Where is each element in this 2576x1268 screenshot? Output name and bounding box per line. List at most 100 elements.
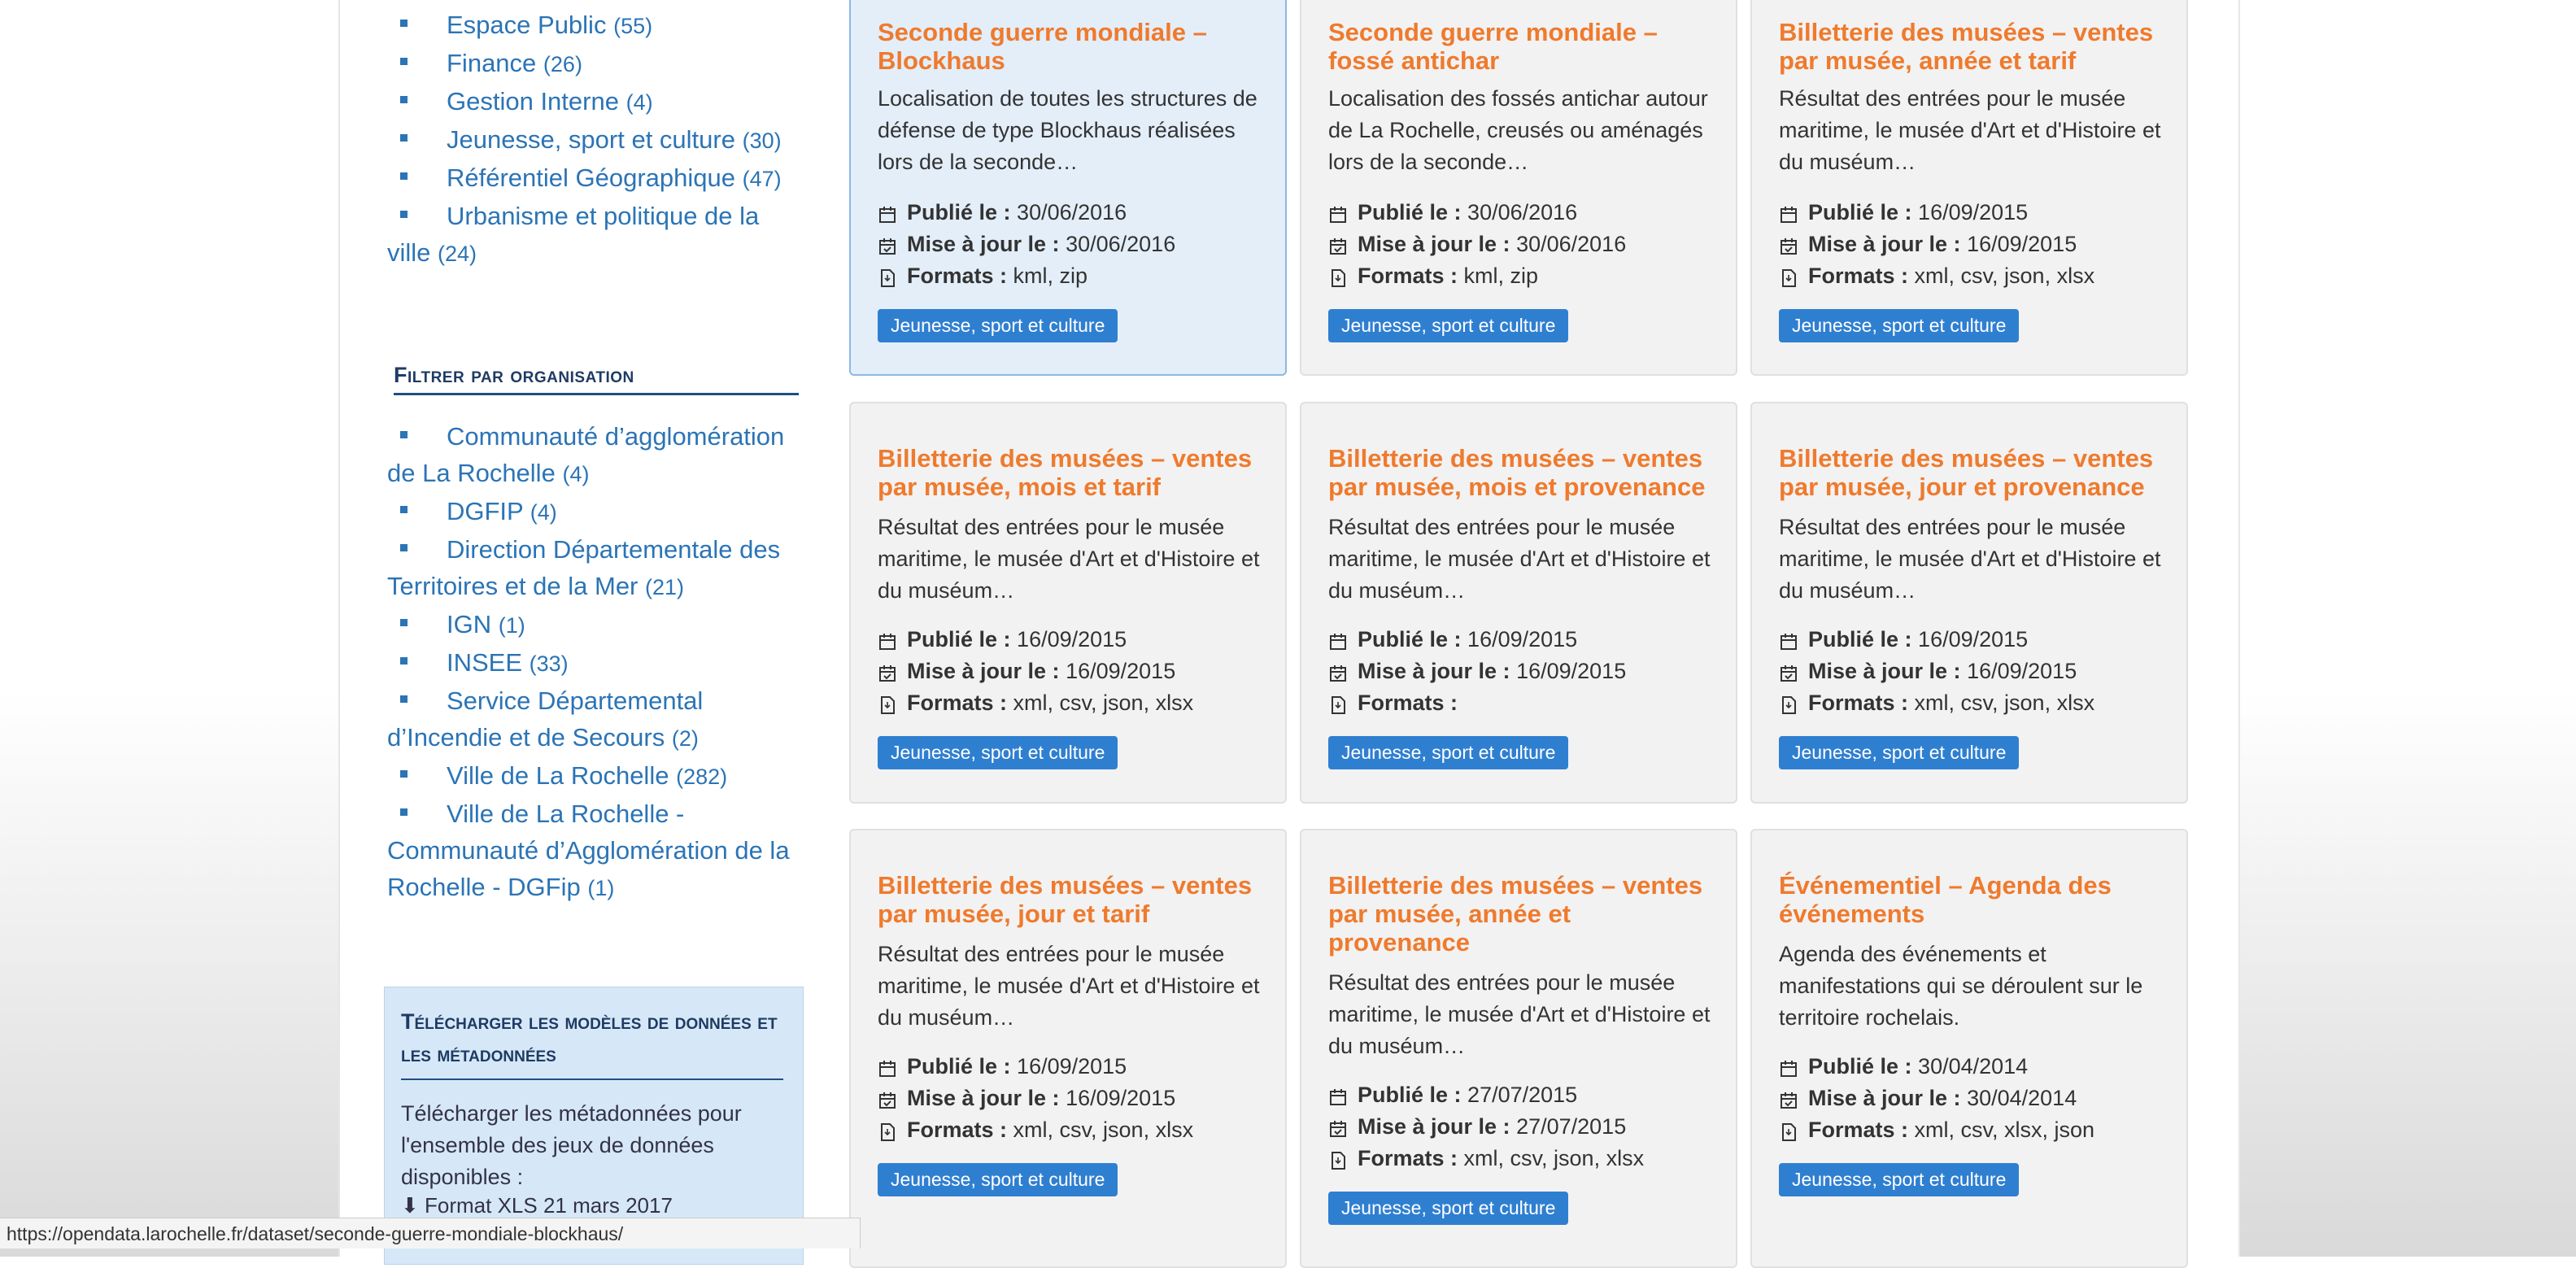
dataset-card[interactable]: Billetterie des musées – ventes par musé…	[1300, 402, 1737, 804]
dataset-card[interactable]: Événementiel – Agenda des événements Age…	[1750, 829, 2188, 1268]
organisation-filter-list: Communauté d’agglomération de La Rochell…	[387, 418, 802, 907]
calendar-check-icon	[1328, 233, 1348, 255]
theme-tag[interactable]: Jeunesse, sport et culture	[878, 1163, 1118, 1196]
theme-tag[interactable]: Jeunesse, sport et culture	[1779, 309, 2020, 342]
bullet-icon	[400, 695, 408, 704]
download-metadata-text: Télécharger les métadonnées pour l'ensem…	[401, 1101, 742, 1189]
theme-filter-item[interactable]: Urbanisme et politique de la ville (24)	[387, 198, 802, 272]
bullet-icon	[400, 506, 408, 514]
calendar-icon	[878, 629, 897, 650]
published-row: Publié le : 16/09/2015	[1779, 197, 2177, 229]
theme-filter-item[interactable]: Espace Public (55)	[387, 7, 802, 45]
calendar-check-icon	[878, 1087, 897, 1109]
status-bar-url: https://opendata.larochelle.fr/dataset/s…	[0, 1218, 861, 1248]
formats-row: Formats : kml, zip	[878, 260, 1276, 292]
calendar-check-icon	[1779, 1087, 1798, 1109]
dataset-card[interactable]: Seconde guerre mondiale – fossé antichar…	[1300, 0, 1737, 376]
theme-filter-item[interactable]: Gestion Interne (4)	[387, 83, 802, 121]
filter-organisation-heading: Filtrer par organisation	[394, 363, 799, 395]
published-row: Publié le : 30/06/2016	[878, 197, 1276, 229]
organisation-filter-item[interactable]: Ville de La Rochelle (282)	[387, 757, 802, 795]
file-icon	[878, 692, 897, 714]
dataset-title[interactable]: Événementiel – Agenda des événements	[1779, 871, 2169, 928]
calendar-icon	[1328, 202, 1348, 223]
calendar-icon	[1328, 1084, 1348, 1105]
calendar-icon	[878, 202, 897, 223]
dataset-description: Résultat des entrées pour le musée marit…	[1779, 515, 2161, 603]
calendar-icon	[1779, 629, 1798, 650]
dataset-title[interactable]: Seconde guerre mondiale – Blockhaus	[878, 18, 1268, 75]
theme-tag[interactable]: Jeunesse, sport et culture	[1779, 1163, 2020, 1196]
theme-tag[interactable]: Jeunesse, sport et culture	[878, 736, 1118, 769]
dataset-meta: Publié le : 16/09/2015 Mise à jour le : …	[1779, 624, 2177, 719]
organisation-filter-item[interactable]: IGN (1)	[387, 606, 802, 644]
published-row: Publié le : 16/09/2015	[1779, 624, 2177, 656]
updated-row: Mise à jour le : 16/09/2015	[878, 1083, 1276, 1114]
formats-row: Formats : xml, csv, json, xlsx	[1328, 1143, 1727, 1174]
theme-tag[interactable]: Jeunesse, sport et culture	[1328, 1192, 1569, 1225]
dataset-title[interactable]: Billetterie des musées – ventes par musé…	[878, 444, 1268, 501]
calendar-check-icon	[1328, 1116, 1348, 1137]
theme-tag[interactable]: Jeunesse, sport et culture	[878, 309, 1118, 342]
file-icon	[1328, 1148, 1348, 1170]
organisation-filter-item[interactable]: Communauté d’agglomération de La Rochell…	[387, 418, 802, 493]
formats-row: Formats : xml, csv, json, xlsx	[1779, 687, 2177, 719]
dataset-card[interactable]: Billetterie des musées – ventes par musé…	[1750, 402, 2188, 804]
dataset-card[interactable]: Billetterie des musées – ventes par musé…	[1750, 0, 2188, 376]
dataset-title[interactable]: Billetterie des musées – ventes par musé…	[1328, 444, 1719, 501]
bullet-icon	[400, 96, 408, 104]
theme-tag[interactable]: Jeunesse, sport et culture	[1779, 736, 2020, 769]
organisation-filter-item[interactable]: INSEE (33)	[387, 644, 802, 682]
dataset-title[interactable]: Billetterie des musées – ventes par musé…	[1779, 444, 2169, 501]
file-icon	[878, 265, 897, 287]
theme-filter-item[interactable]: Référentiel Géographique (47)	[387, 159, 802, 198]
updated-row: Mise à jour le : 16/09/2015	[1779, 229, 2177, 260]
dataset-title[interactable]: Billetterie des musées – ventes par musé…	[878, 871, 1268, 928]
bullet-icon	[400, 20, 408, 28]
theme-filter-item[interactable]: Jeunesse, sport et culture (30)	[387, 121, 802, 159]
calendar-check-icon	[878, 660, 897, 682]
formats-row: Formats : xml, csv, json, xlsx	[878, 1114, 1276, 1146]
bullet-icon	[400, 808, 408, 817]
organisation-filter-item[interactable]: Direction Départementale des Territoires…	[387, 531, 802, 606]
published-row: Publié le : 16/09/2015	[878, 1051, 1276, 1083]
calendar-check-icon	[1779, 233, 1798, 255]
dataset-description: Localisation de toutes les structures de…	[878, 86, 1257, 174]
organisation-filter-item[interactable]: Ville de La Rochelle - Communauté d’Aggl…	[387, 795, 802, 907]
theme-filter-item[interactable]: Finance (26)	[387, 45, 802, 83]
dataset-meta: Publié le : 16/09/2015 Mise à jour le : …	[878, 1051, 1276, 1146]
published-row: Publié le : 16/09/2015	[1328, 624, 1727, 656]
updated-row: Mise à jour le : 16/09/2015	[878, 656, 1276, 687]
updated-row: Mise à jour le : 16/09/2015	[1779, 656, 2177, 687]
calendar-check-icon	[878, 233, 897, 255]
theme-tag[interactable]: Jeunesse, sport et culture	[1328, 736, 1569, 769]
updated-row: Mise à jour le : 30/06/2016	[1328, 229, 1727, 260]
dataset-card[interactable]: Billetterie des musées – ventes par musé…	[849, 829, 1287, 1268]
calendar-icon	[878, 1056, 897, 1077]
page-background-right	[2237, 0, 2576, 1257]
dataset-title[interactable]: Billetterie des musées – ventes par musé…	[1779, 18, 2169, 75]
dataset-card[interactable]: Seconde guerre mondiale – Blockhaus Loca…	[849, 0, 1287, 376]
bullet-icon	[400, 431, 408, 439]
formats-row: Formats :	[1328, 687, 1727, 719]
calendar-check-icon	[1779, 660, 1798, 682]
bullet-icon	[400, 657, 408, 665]
bullet-icon	[400, 134, 408, 142]
organisation-filter-item[interactable]: DGFIP (4)	[387, 493, 802, 531]
formats-row: Formats : xml, csv, json, xlsx	[1779, 260, 2177, 292]
dataset-description: Résultat des entrées pour le musée marit…	[878, 515, 1260, 603]
dataset-title[interactable]: Billetterie des musées – ventes par musé…	[1328, 871, 1719, 956]
download-xls-link[interactable]: ⬇ Format XLS 21 mars 2017	[401, 1193, 673, 1218]
dataset-card[interactable]: Billetterie des musées – ventes par musé…	[1300, 829, 1737, 1268]
dataset-description: Résultat des entrées pour le musée marit…	[1328, 515, 1711, 603]
updated-row: Mise à jour le : 30/04/2014	[1779, 1083, 2177, 1114]
dataset-description: Résultat des entrées pour le musée marit…	[1328, 970, 1711, 1058]
dataset-title[interactable]: Seconde guerre mondiale – fossé antichar	[1328, 18, 1719, 75]
published-row: Publié le : 27/07/2015	[1328, 1079, 1727, 1111]
theme-tag[interactable]: Jeunesse, sport et culture	[1328, 309, 1569, 342]
published-row: Publié le : 30/06/2016	[1328, 197, 1727, 229]
dataset-card[interactable]: Billetterie des musées – ventes par musé…	[849, 402, 1287, 804]
organisation-filter-item[interactable]: Service Départemental d’Incendie et de S…	[387, 682, 802, 757]
file-icon	[1779, 692, 1798, 714]
dataset-description: Résultat des entrées pour le musée marit…	[1779, 86, 2161, 174]
